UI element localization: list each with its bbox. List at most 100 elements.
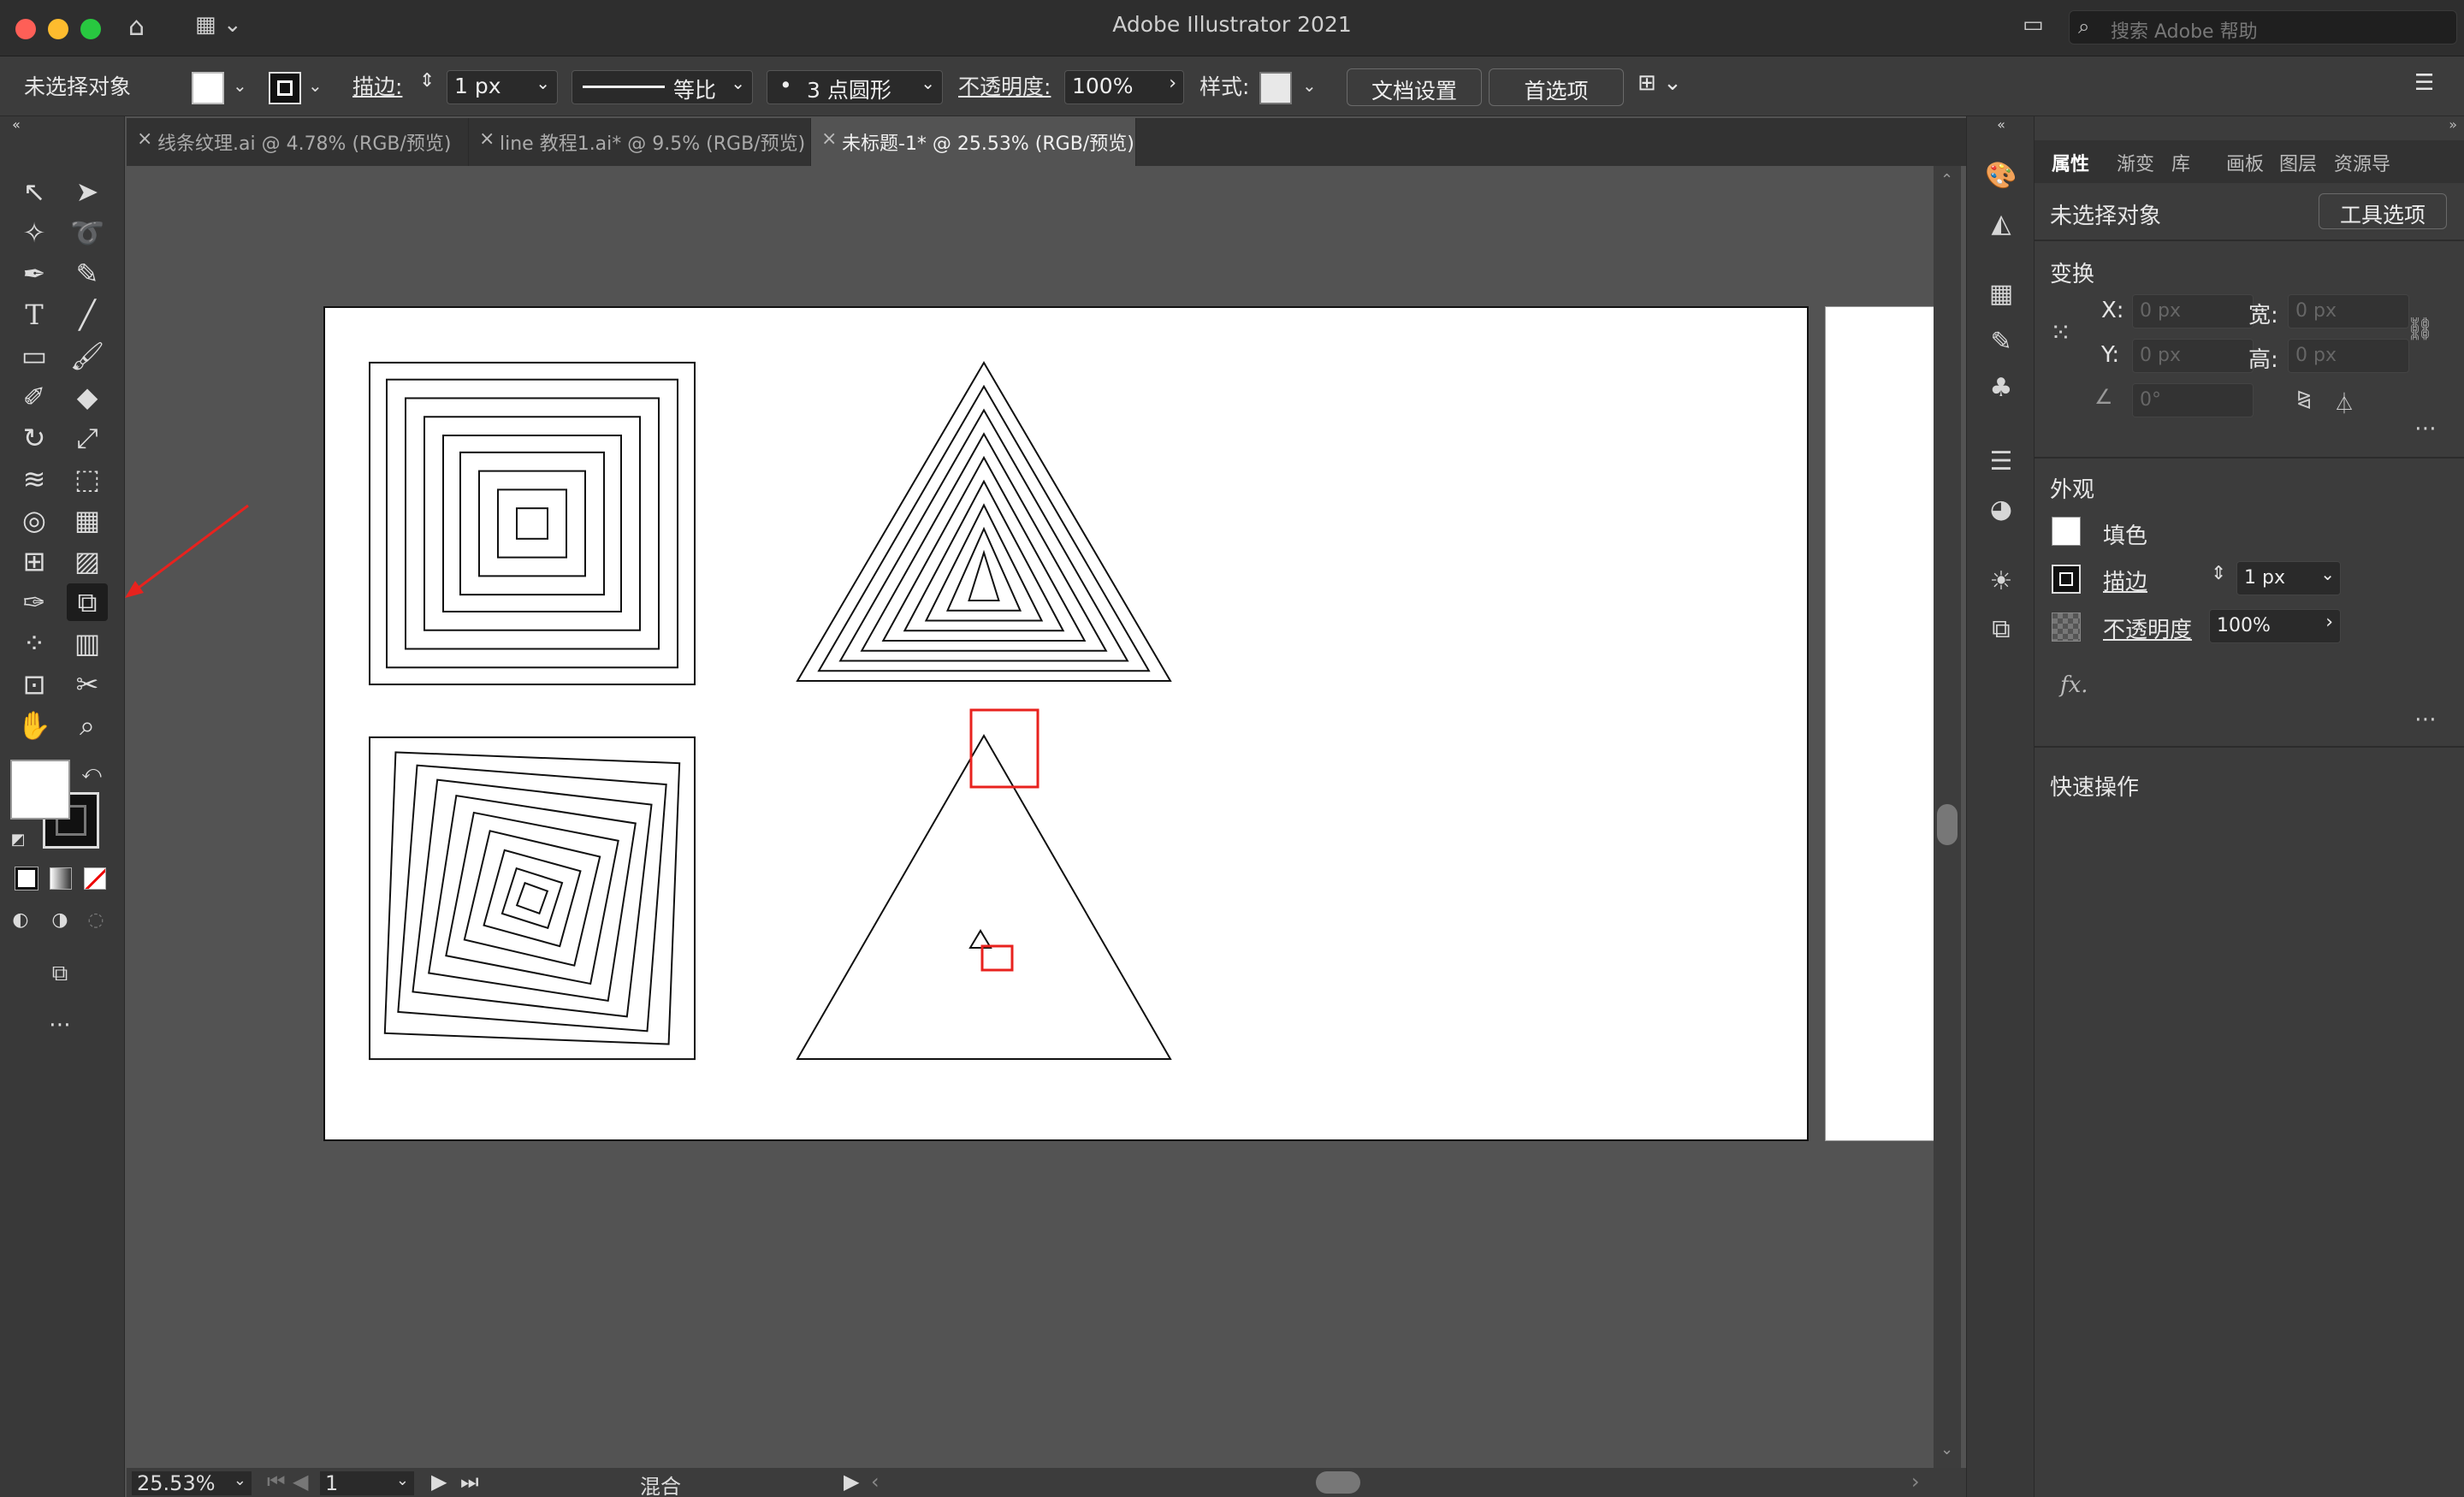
stroke-label[interactable]: 描边 — [2103, 565, 2147, 596]
hscroll-thumb[interactable] — [1316, 1471, 1360, 1494]
color-panel-icon[interactable]: 🎨 — [1982, 157, 2020, 195]
arrange-documents-icon[interactable]: ▭ — [2023, 12, 2044, 38]
symbols-icon[interactable]: ♣ — [1982, 370, 2020, 407]
pen-tool-icon[interactable]: ✒ — [14, 255, 55, 293]
scroll-up-icon[interactable]: ⌃ — [1940, 171, 1953, 189]
stroke-swatch[interactable] — [2052, 565, 2081, 594]
curvature-tool-icon[interactable]: ✎ — [67, 255, 108, 293]
close-tab-icon[interactable]: × — [479, 128, 495, 150]
appearance-icon[interactable]: ☀ — [1982, 563, 2020, 601]
effects-button[interactable]: fx. — [2060, 672, 2088, 698]
preferences-button[interactable]: 首选项 — [1489, 68, 1624, 106]
concentric-squares-artwork[interactable] — [369, 361, 696, 686]
close-tab-icon[interactable]: × — [137, 128, 152, 150]
help-search-input[interactable]: ⌕ 搜索 Adobe 帮助 — [2069, 10, 2457, 44]
width-field[interactable]: 0 px — [2288, 294, 2409, 328]
height-field[interactable]: 0 px — [2288, 339, 2409, 373]
scroll-thumb[interactable] — [1937, 804, 1958, 845]
symbol-sprayer-tool-icon[interactable]: ⁘ — [14, 624, 55, 662]
tool-options-button[interactable]: 工具选项 — [2319, 193, 2447, 229]
swatches-icon[interactable]: ▦ — [1982, 275, 2020, 313]
style-dropdown-icon[interactable]: ⌄ — [1302, 75, 1317, 96]
close-tab-icon[interactable]: × — [821, 128, 837, 150]
stroke-panel-icon[interactable]: ☰ — [1982, 443, 2020, 481]
perspective-grid-tool-icon[interactable]: ▦ — [67, 501, 108, 539]
stroke-stepper-icon[interactable]: ⇕ — [419, 70, 435, 92]
free-transform-tool-icon[interactable]: ⬚ — [67, 460, 108, 498]
direct-selection-tool-icon[interactable]: ➤ — [67, 173, 108, 210]
lasso-tool-icon[interactable]: ➰ — [67, 214, 108, 251]
mesh-tool-icon[interactable]: ⊞ — [14, 542, 55, 580]
draw-inside-icon[interactable]: ◌ — [80, 902, 111, 939]
tab-artboards[interactable]: 画板 — [2226, 149, 2264, 176]
next-artboard-icon[interactable]: ▶ — [431, 1470, 447, 1494]
eyedropper-tool-icon[interactable]: ✑ — [14, 583, 55, 621]
none-mode-icon[interactable] — [84, 867, 106, 890]
stroke-label[interactable]: 描边: — [352, 70, 402, 101]
stroke-swatch[interactable] — [269, 72, 301, 104]
brushes-icon[interactable]: ✎ — [1982, 323, 2020, 361]
more-appearance-options-icon[interactable]: ⋯ — [2414, 707, 2437, 732]
rectangle-tool-icon[interactable]: ▭ — [14, 337, 55, 375]
gradient-tool-icon[interactable]: ▨ — [67, 542, 108, 580]
color-mode-icon[interactable] — [15, 867, 38, 891]
transparency-icon[interactable]: ◕ — [1982, 491, 2020, 529]
tab-gradient[interactable]: 渐变 — [2117, 149, 2154, 176]
artboard-tool-icon[interactable]: ⊡ — [14, 666, 55, 703]
y-field[interactable]: 0 px — [2132, 339, 2254, 373]
opacity-field[interactable]: 100% › — [2209, 609, 2341, 643]
line-segment-tool-icon[interactable]: ╱ — [67, 296, 108, 334]
default-fill-stroke-icon[interactable]: ◩ — [5, 821, 31, 859]
shaper-tool-icon[interactable]: ✐ — [14, 378, 55, 416]
vertical-scrollbar[interactable]: ⌃ ⌄ — [1934, 166, 1961, 1470]
variable-width-profile[interactable]: 等比 ⌄ — [572, 70, 753, 104]
fill-color-large[interactable] — [10, 760, 70, 820]
opacity-field[interactable]: 100% › — [1064, 70, 1184, 104]
magic-wand-tool-icon[interactable]: ✧ — [14, 214, 55, 251]
tab-line-texture[interactable]: × 线条纹理.ai @ 4.78% (RGB/预览) — [127, 118, 469, 166]
swap-fill-stroke-icon[interactable]: ⤺ — [79, 754, 104, 792]
paintbrush-tool-icon[interactable]: 🖌 — [67, 337, 108, 375]
slice-tool-icon[interactable]: ✂ — [67, 666, 108, 703]
stroke-weight-field[interactable]: 1 px ⌄ — [2236, 561, 2341, 595]
warp-tool-icon[interactable]: ≋ — [14, 460, 55, 498]
canvas-area[interactable] — [127, 166, 1934, 1470]
hand-tool-icon[interactable]: ✋ — [14, 707, 55, 744]
zoom-tool-icon[interactable]: ⌕ — [67, 707, 108, 744]
stroke-weight-field[interactable]: 1 px ⌄ — [447, 70, 558, 104]
flip-vertical-icon[interactable]: ⏃ — [2334, 387, 2354, 417]
screen-mode-icon[interactable]: ⧉ — [39, 955, 80, 992]
graphic-style-swatch[interactable] — [1259, 72, 1292, 104]
triangle-blend-artwork[interactable] — [796, 733, 1172, 1060]
artboard-number-field[interactable]: 1 ⌄ — [320, 1471, 414, 1495]
x-field[interactable]: 0 px — [2132, 294, 2254, 328]
graphic-styles-icon[interactable]: ⧉ — [1982, 611, 2020, 648]
panel-menu-icon[interactable]: ☰ — [2414, 70, 2434, 96]
brush-definition[interactable]: • 3 点圆形 ⌄ — [767, 70, 943, 104]
fill-dropdown-icon[interactable]: ⌄ — [233, 75, 247, 96]
column-graph-tool-icon[interactable]: ▥ — [67, 624, 108, 662]
align-options-icon[interactable]: ⊞ ⌄ — [1638, 70, 1682, 96]
constrain-proportions-icon[interactable]: ⛓ — [2406, 317, 2434, 342]
tab-libraries[interactable]: 库 — [2171, 149, 2190, 176]
blend-tool-icon[interactable]: ⧉ — [67, 583, 108, 621]
draw-normal-icon[interactable]: ◐ — [5, 902, 36, 939]
shape-builder-tool-icon[interactable]: ◎ — [14, 501, 55, 539]
first-artboard-icon[interactable]: ⏮ — [267, 1470, 286, 1494]
document-setup-button[interactable]: 文档设置 — [1347, 68, 1482, 106]
status-menu-icon[interactable]: ▶ — [844, 1470, 859, 1494]
fill-swatch[interactable] — [2052, 517, 2081, 546]
more-transform-options-icon[interactable]: ⋯ — [2414, 416, 2437, 441]
scroll-left-icon[interactable]: ‹ — [871, 1470, 880, 1494]
zoom-level-field[interactable]: 25.53% ⌄ — [132, 1471, 252, 1495]
opacity-label[interactable]: 不透明度 — [2103, 612, 2192, 644]
selection-tool-icon[interactable]: ↖ — [14, 173, 55, 210]
eraser-tool-icon[interactable]: ◆ — [67, 378, 108, 416]
tab-layers[interactable]: 图层 — [2279, 149, 2317, 176]
tab-untitled-1[interactable]: × 未标题-1* @ 25.53% (RGB/预览) — [811, 118, 1136, 166]
color-guide-icon[interactable]: ◭ — [1982, 205, 2020, 243]
collapse-panel-icon[interactable]: « — [3, 116, 29, 133]
last-artboard-icon[interactable]: ⏭ — [460, 1470, 479, 1494]
rotate-tool-icon[interactable]: ↻ — [14, 419, 55, 457]
tab-line-tutorial[interactable]: × line 教程1.ai* @ 9.5% (RGB/预览) — [469, 118, 811, 166]
